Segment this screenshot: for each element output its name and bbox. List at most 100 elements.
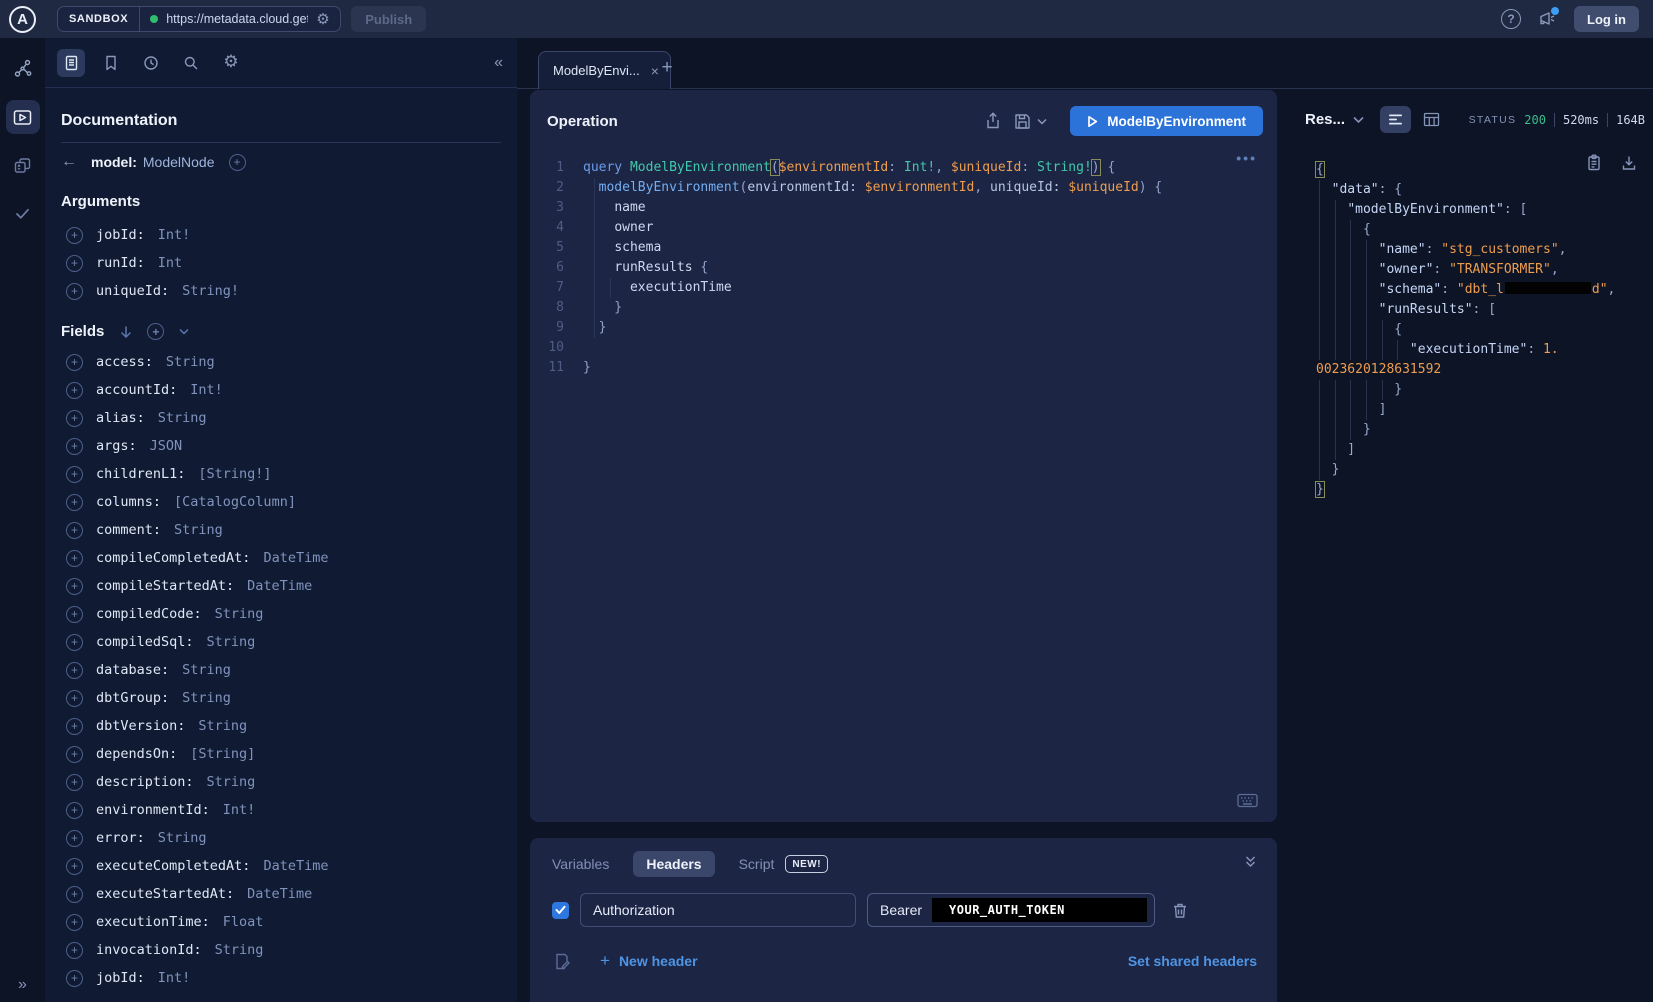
add-to-query-icon[interactable]: +: [66, 830, 83, 847]
add-to-query-icon[interactable]: +: [66, 970, 83, 987]
share-operation-icon[interactable]: [985, 112, 1001, 130]
add-to-query-icon[interactable]: +: [66, 718, 83, 735]
explorer-tab-icon[interactable]: [6, 100, 40, 134]
field-type[interactable]: DateTime: [247, 886, 312, 902]
add-to-query-icon[interactable]: +: [66, 227, 83, 244]
new-tab-button[interactable]: +: [655, 56, 679, 80]
fields-menu-chevron-icon[interactable]: [179, 328, 189, 335]
add-to-query-icon[interactable]: +: [66, 522, 83, 539]
login-button[interactable]: Log in: [1574, 6, 1639, 32]
set-shared-headers-link[interactable]: Set shared headers: [1128, 953, 1257, 969]
field-type[interactable]: DateTime: [263, 550, 328, 566]
response-menu-chevron-icon[interactable]: [1353, 116, 1364, 124]
save-operation-icon[interactable]: [1014, 113, 1031, 130]
field-type[interactable]: Int!: [223, 802, 256, 818]
field-type[interactable]: Int: [158, 255, 182, 271]
add-to-query-icon[interactable]: +: [66, 466, 83, 483]
add-to-query-icon[interactable]: +: [66, 578, 83, 595]
add-to-query-icon[interactable]: +: [66, 942, 83, 959]
field-type[interactable]: String: [207, 634, 256, 650]
add-to-query-icon[interactable]: +: [66, 662, 83, 679]
add-to-query-icon[interactable]: +: [66, 382, 83, 399]
field-type[interactable]: [CatalogColumn]: [174, 494, 296, 510]
sort-fields-icon[interactable]: [120, 325, 132, 339]
operation-tab[interactable]: ModelByEnvi... ×: [538, 51, 671, 89]
endpoint-url-input[interactable]: https://metadata.cloud.get ⚙: [140, 7, 340, 31]
help-icon[interactable]: ?: [1501, 9, 1521, 29]
add-to-query-icon[interactable]: +: [66, 494, 83, 511]
field-type[interactable]: String: [198, 718, 247, 734]
add-to-query-icon[interactable]: +: [66, 858, 83, 875]
collapse-panel-icon[interactable]: [1244, 855, 1257, 873]
field-type[interactable]: String: [166, 354, 215, 370]
publish-button[interactable]: Publish: [351, 6, 426, 32]
header-name-input[interactable]: Authorization: [580, 893, 856, 927]
run-operation-button[interactable]: ModelByEnvironment: [1070, 106, 1263, 136]
tab-script[interactable]: Script: [739, 856, 775, 872]
back-arrow-icon[interactable]: ←: [61, 153, 77, 171]
field-type[interactable]: String: [174, 522, 223, 538]
add-to-query-icon[interactable]: +: [66, 690, 83, 707]
documentation-tab-icon[interactable]: [57, 49, 85, 77]
field-type[interactable]: Float: [223, 914, 264, 930]
add-to-query-icon[interactable]: +: [66, 255, 83, 272]
response-body[interactable]: { "data": { "modelByEnvironment": [ { "n…: [1290, 149, 1653, 1002]
edit-as-text-icon[interactable]: [554, 953, 570, 970]
keyboard-shortcuts-icon[interactable]: [1237, 793, 1258, 808]
field-type[interactable]: String: [158, 410, 207, 426]
field-type[interactable]: String: [215, 942, 264, 958]
add-to-query-icon[interactable]: +: [66, 746, 83, 763]
collapse-docs-icon[interactable]: «: [494, 54, 503, 72]
tab-variables[interactable]: Variables: [552, 856, 609, 872]
add-to-query-icon[interactable]: +: [66, 354, 83, 371]
delete-header-icon[interactable]: [1172, 902, 1188, 919]
add-to-query-icon[interactable]: +: [66, 634, 83, 651]
add-to-query-icon[interactable]: +: [66, 914, 83, 931]
add-type-icon[interactable]: +: [229, 154, 246, 171]
notification-dot: [1551, 7, 1559, 15]
header-enabled-checkbox[interactable]: [552, 902, 569, 919]
new-header-button[interactable]: + New header: [600, 951, 698, 971]
schema-graph-icon[interactable]: [6, 52, 40, 86]
bookmarks-tab-icon[interactable]: [97, 49, 125, 77]
field-type[interactable]: String: [207, 774, 256, 790]
query-editor[interactable]: 1query ModelByEnvironment($environmentId…: [530, 158, 1277, 378]
announcements-icon[interactable]: [1538, 10, 1557, 28]
field-type[interactable]: String: [182, 662, 231, 678]
field-type[interactable]: Int!: [158, 970, 191, 986]
field-type[interactable]: [String!]: [198, 466, 271, 482]
header-value-input[interactable]: Bearer YOUR_AUTH_TOKEN: [867, 893, 1155, 927]
endpoint-settings-gear-icon[interactable]: ⚙: [316, 12, 329, 27]
add-all-fields-icon[interactable]: +: [147, 323, 164, 340]
settings-tab-icon[interactable]: ⚙: [217, 49, 245, 77]
save-menu-chevron-icon[interactable]: [1037, 118, 1047, 125]
add-to-query-icon[interactable]: +: [66, 550, 83, 567]
add-to-query-icon[interactable]: +: [66, 283, 83, 300]
expand-rail-icon[interactable]: »: [0, 976, 45, 994]
field-type[interactable]: Int!: [190, 382, 223, 398]
field-type[interactable]: JSON: [150, 438, 183, 454]
apollo-logo[interactable]: A: [0, 6, 45, 33]
field-type[interactable]: DateTime: [263, 858, 328, 874]
field-type[interactable]: String: [182, 690, 231, 706]
tree-view-toggle-icon[interactable]: [1380, 106, 1411, 133]
add-to-query-icon[interactable]: +: [66, 774, 83, 791]
field-type[interactable]: Int!: [158, 227, 191, 243]
add-to-query-icon[interactable]: +: [66, 802, 83, 819]
field-type[interactable]: String!: [182, 283, 239, 299]
field-type[interactable]: [String]: [190, 746, 255, 762]
history-tab-icon[interactable]: [137, 49, 165, 77]
field-type[interactable]: String: [158, 830, 207, 846]
breadcrumb-type[interactable]: ModelNode: [143, 154, 215, 170]
table-view-toggle-icon[interactable]: [1423, 112, 1440, 127]
checks-icon[interactable]: [6, 196, 40, 230]
add-to-query-icon[interactable]: +: [66, 438, 83, 455]
field-type[interactable]: String: [215, 606, 264, 622]
add-to-query-icon[interactable]: +: [66, 410, 83, 427]
tab-headers[interactable]: Headers: [633, 851, 714, 877]
field-type[interactable]: DateTime: [247, 578, 312, 594]
add-to-query-icon[interactable]: +: [66, 606, 83, 623]
collections-icon[interactable]: [6, 148, 40, 182]
search-tab-icon[interactable]: [177, 49, 205, 77]
add-to-query-icon[interactable]: +: [66, 886, 83, 903]
